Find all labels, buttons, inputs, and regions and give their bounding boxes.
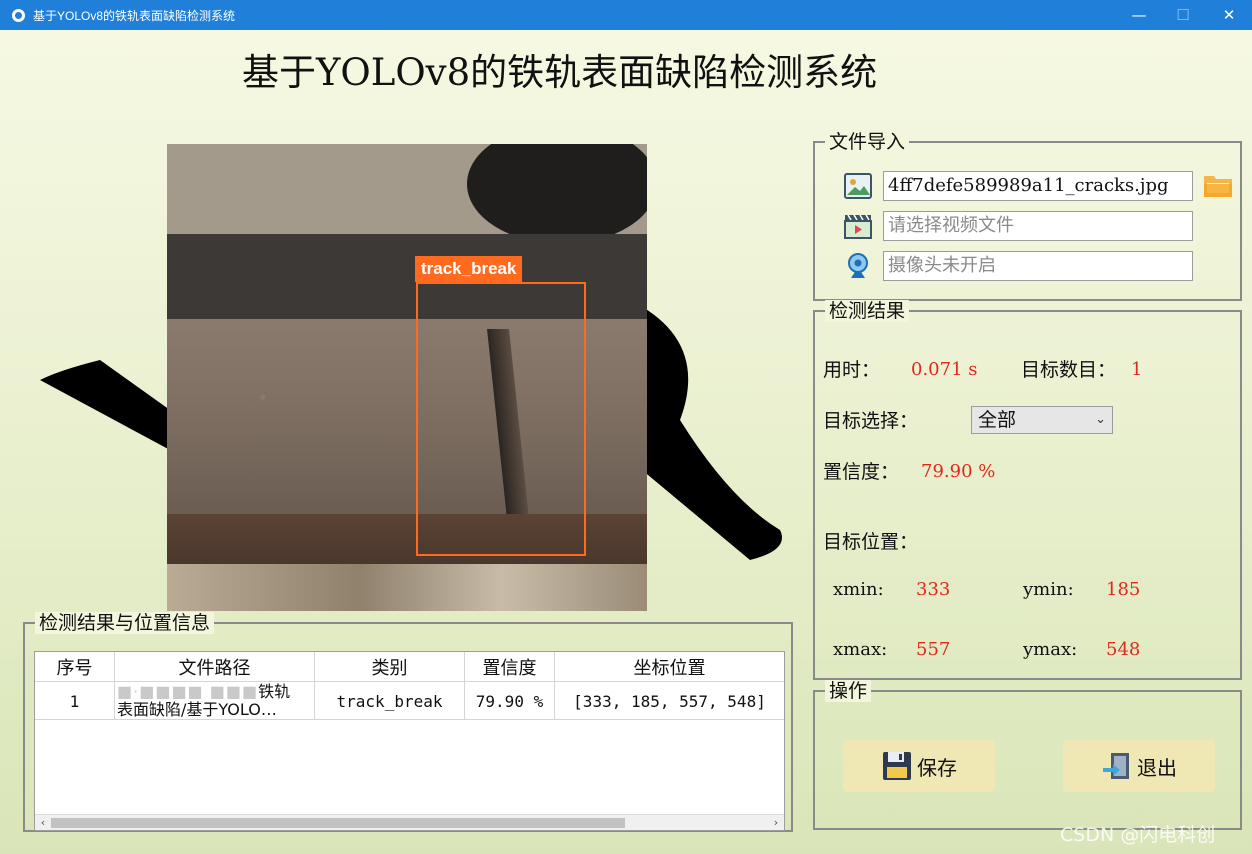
file-import-title: 文件导入 bbox=[825, 131, 910, 153]
target-count-label: 目标数目： bbox=[1021, 359, 1117, 381]
video-file-input[interactable]: 请选择视频文件 bbox=[883, 211, 1193, 241]
xmin-label: xmin: bbox=[833, 579, 884, 600]
image-file-input[interactable]: 4ff7defe589989a11_cracks.jpg bbox=[883, 171, 1193, 201]
maximize-button[interactable]: ☐ bbox=[1160, 0, 1206, 30]
window-title: 基于YOLOv8的铁轨表面缺陷检测系统 bbox=[33, 8, 236, 23]
ymin-value: 185 bbox=[1106, 579, 1141, 600]
video-icon[interactable] bbox=[843, 211, 873, 241]
exit-label: 退出 bbox=[1137, 755, 1177, 780]
result-table-group: 检测结果与位置信息 序号 文件路径 类别 置信度 坐标位置 1 ■·■■■■ ■… bbox=[23, 612, 793, 832]
ymax-value: 548 bbox=[1106, 639, 1141, 660]
exit-button[interactable]: 退出 bbox=[1063, 740, 1215, 792]
watermark: CSDN @闪电科创 bbox=[1060, 824, 1216, 846]
cell-path-line2: 表面缺陷/基于YOLO… bbox=[117, 700, 277, 719]
time-value: 0.071 s bbox=[911, 359, 978, 380]
detection-image: track_break bbox=[167, 144, 647, 611]
app-icon bbox=[12, 8, 25, 22]
detection-result-title: 检测结果 bbox=[825, 300, 910, 322]
table-row[interactable]: 1 ■·■■■■ ■■■铁轨 表面缺陷/基于YOLO… track_break … bbox=[35, 682, 784, 720]
page-title: 基于YOLOv8的铁轨表面缺陷检测系统 bbox=[242, 51, 878, 94]
xmin-value: 333 bbox=[916, 579, 951, 600]
target-count-value: 1 bbox=[1131, 359, 1143, 380]
file-import-group: 文件导入 4ff7defe589989a11_cracks.jpg 请选择视频文… bbox=[813, 131, 1242, 301]
minimize-button[interactable]: — bbox=[1116, 0, 1162, 30]
cell-index: 1 bbox=[35, 682, 115, 720]
table-header: 序号 文件路径 类别 置信度 坐标位置 bbox=[35, 652, 784, 682]
column-header-confidence[interactable]: 置信度 bbox=[465, 652, 555, 682]
target-select-value: 全部 bbox=[978, 409, 1017, 431]
target-select[interactable]: 全部 ⌄ bbox=[971, 406, 1113, 434]
cell-path-blurred: ■·■■■■ ■■■ bbox=[117, 682, 259, 701]
cell-coordinates: [333, 185, 557, 548] bbox=[573, 691, 766, 711]
scrollbar-thumb[interactable] bbox=[51, 818, 625, 828]
scroll-left-icon[interactable]: ‹ bbox=[35, 815, 51, 831]
confidence-label: 置信度： bbox=[823, 461, 900, 483]
cell-path: ■·■■■■ ■■■铁轨 表面缺陷/基于YOLO… bbox=[115, 682, 315, 720]
target-position-label: 目标位置： bbox=[823, 531, 919, 553]
save-button[interactable]: 保存 bbox=[843, 740, 995, 792]
exit-door-icon bbox=[1101, 750, 1133, 782]
cell-path-line1: 铁轨 bbox=[258, 682, 291, 701]
time-label: 用时： bbox=[823, 359, 881, 381]
target-select-label: 目标选择： bbox=[823, 410, 919, 432]
column-header-index[interactable]: 序号 bbox=[35, 652, 115, 682]
detection-label: track_break bbox=[415, 256, 523, 282]
detection-bounding-box bbox=[416, 282, 586, 556]
webcam-icon[interactable] bbox=[843, 251, 873, 281]
detection-result-group: 检测结果 用时： 0.071 s 目标数目： 1 目标选择： 全部 ⌄ 置信度：… bbox=[813, 300, 1242, 680]
operations-title: 操作 bbox=[825, 680, 872, 702]
column-header-coordinates[interactable]: 坐标位置 bbox=[555, 652, 784, 682]
confidence-value: 79.90 % bbox=[921, 461, 996, 482]
chevron-down-icon: ⌄ bbox=[1095, 412, 1106, 427]
close-button[interactable]: ✕ bbox=[1206, 0, 1252, 30]
column-header-class[interactable]: 类别 bbox=[315, 652, 465, 682]
horizontal-scrollbar[interactable]: ‹ › bbox=[35, 814, 784, 830]
operations-group: 操作 保存 退出 bbox=[813, 680, 1242, 830]
column-header-path[interactable]: 文件路径 bbox=[115, 652, 315, 682]
folder-open-icon[interactable] bbox=[1203, 171, 1233, 201]
ymin-label: ymin: bbox=[1023, 579, 1074, 600]
xmax-value: 557 bbox=[916, 639, 951, 660]
result-table-title: 检测结果与位置信息 bbox=[35, 612, 215, 634]
save-icon bbox=[881, 750, 913, 782]
cell-class: track_break bbox=[315, 682, 465, 720]
title-bar: 基于YOLOv8的铁轨表面缺陷检测系统 — ☐ ✕ bbox=[0, 0, 1252, 30]
scroll-right-icon[interactable]: › bbox=[768, 815, 784, 831]
image-icon[interactable] bbox=[843, 171, 873, 201]
result-table: 序号 文件路径 类别 置信度 坐标位置 1 ■·■■■■ ■■■铁轨 表面缺陷/… bbox=[34, 651, 785, 831]
xmax-label: xmax: bbox=[833, 639, 888, 660]
save-label: 保存 bbox=[917, 755, 957, 780]
ymax-label: ymax: bbox=[1023, 639, 1078, 660]
cell-confidence: 79.90 % bbox=[465, 682, 555, 720]
camera-input[interactable]: 摄像头未开启 bbox=[883, 251, 1193, 281]
